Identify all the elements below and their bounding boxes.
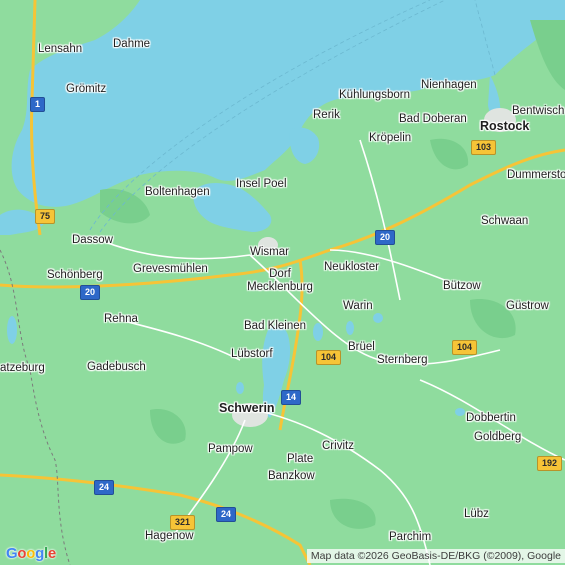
road-shield-24: 24 <box>94 480 115 495</box>
road-shield-1: 1 <box>30 97 46 112</box>
road-6 <box>359 139 401 301</box>
google-logo: Google <box>6 545 56 562</box>
road-shield-14: 14 <box>281 390 302 405</box>
place-label-rostock: Rostock <box>480 119 530 133</box>
lake-3 <box>373 313 383 323</box>
place-label-b-tzow: Bützow <box>443 280 481 292</box>
place-label-banzkow: Banzkow <box>268 470 315 482</box>
road-shield-20: 20 <box>80 285 101 300</box>
road-shield-321: 321 <box>170 515 196 530</box>
place-label-boltenhagen: Boltenhagen <box>145 186 210 198</box>
road-shield-192: 192 <box>537 456 563 471</box>
place-label-insel-poel: Insel Poel <box>236 178 287 190</box>
place-label-pampow: Pampow <box>208 443 253 455</box>
place-label-neukloster: Neukloster <box>324 261 379 273</box>
road-1 <box>99 239 251 260</box>
place-label-goldberg: Goldberg <box>474 431 522 443</box>
lake-5 <box>7 316 17 344</box>
sea <box>11 0 565 207</box>
forest-5 <box>330 498 376 529</box>
place-label-nienhagen: Nienhagen <box>421 79 477 91</box>
place-label-sch-nberg: Schönberg <box>47 269 103 281</box>
road-shield-75: 75 <box>35 209 56 224</box>
road-shield-24: 24 <box>216 507 237 522</box>
map-attribution[interactable]: Map data ©2026 GeoBasis-DE/BKG (©2009), … <box>306 549 565 563</box>
place-label-dummerstorf: Dummerstorf <box>507 169 565 181</box>
place-label-atzeburg: atzeburg <box>0 362 45 374</box>
place-label-gr-mitz: Grömitz <box>66 83 107 95</box>
place-label-k-hlungsborn: Kühlungsborn <box>339 89 410 101</box>
place-label-l-bz: Lübz <box>464 508 489 520</box>
place-label-warin: Warin <box>343 300 373 312</box>
place-label-lensahn: Lensahn <box>38 43 83 55</box>
salzhaff <box>289 127 320 164</box>
forest-2 <box>430 138 469 170</box>
state-border <box>0 249 71 565</box>
place-label-gadebusch: Gadebusch <box>87 361 146 373</box>
place-label-rehna: Rehna <box>104 313 138 325</box>
lake-7 <box>455 408 465 416</box>
place-label-hagenow: Hagenow <box>145 530 194 542</box>
map-canvas[interactable]: Lensahn Dahme Grömitz Kühlungsborn Nienhagen… <box>0 0 565 565</box>
place-label-bentwisch: Bentwisch <box>512 105 565 117</box>
forest-3 <box>150 409 186 444</box>
place-label-bad-doberan: Bad Doberan <box>399 113 467 125</box>
place-label-br-el: Brüel <box>348 341 375 353</box>
place-label-wismar: Wismar <box>250 246 289 258</box>
place-label-dahme: Dahme <box>113 38 151 50</box>
place-label-schwaan: Schwaan <box>481 215 529 227</box>
lake-1 <box>313 323 323 341</box>
place-label-l-bstorf: Lübstorf <box>231 348 273 360</box>
place-label-plate: Plate <box>287 453 314 465</box>
lake-4 <box>236 382 244 394</box>
road-shield-103: 103 <box>471 140 497 155</box>
place-label-dassow: Dassow <box>72 234 113 246</box>
place-label-grevesm-hlen: Grevesmühlen <box>133 263 208 275</box>
place-label-sternberg: Sternberg <box>377 354 428 366</box>
forest-6 <box>530 20 565 90</box>
place-label-dobbertin: Dobbertin <box>466 412 516 424</box>
road-shield-104: 104 <box>316 350 342 365</box>
place-label-bad-kleinen: Bad Kleinen <box>244 320 307 332</box>
place-label-g-strow: Güstrow <box>506 300 549 312</box>
place-label-crivitz: Crivitz <box>322 440 354 452</box>
place-label-dorf-mecklenburg: Dorf Mecklenburg <box>247 268 313 293</box>
road-4 <box>119 319 241 361</box>
road-shield-104: 104 <box>452 340 478 355</box>
place-label-parchim: Parchim <box>389 531 432 543</box>
place-label-rerik: Rerik <box>313 109 340 121</box>
place-label-kr-pelin: Kröpelin <box>369 132 412 144</box>
lake-2 <box>346 321 354 335</box>
place-label-schwerin: Schwerin <box>219 401 275 415</box>
road-shield-20: 20 <box>375 230 396 245</box>
